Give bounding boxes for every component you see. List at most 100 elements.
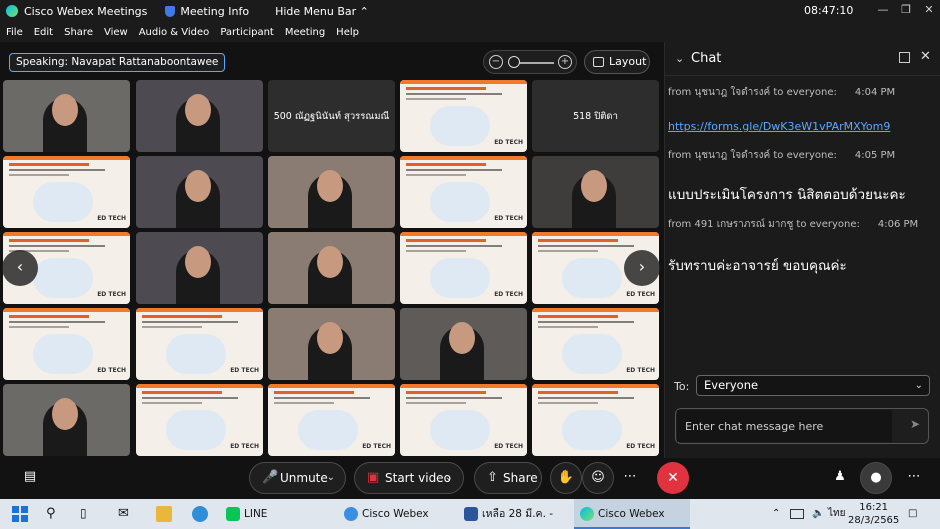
shared-slide-band [400, 384, 527, 388]
video-off-icon: ▣ [367, 470, 380, 485]
minimize-button[interactable]: — [876, 3, 890, 17]
shared-slide-blob [430, 182, 490, 222]
participant-video-tile[interactable] [268, 308, 395, 380]
menu-help[interactable]: Help [336, 27, 359, 38]
windows-start-icon[interactable] [12, 506, 28, 522]
participant-video-tile[interactable]: ED TECH [400, 80, 527, 152]
shared-slide-blob [298, 410, 358, 450]
zoom-control[interactable]: − + [483, 50, 577, 74]
participant-video-tile[interactable] [136, 156, 263, 228]
app-title: Cisco Webex Meetings [24, 4, 148, 18]
participant-video-tile[interactable]: ED TECH [400, 384, 527, 456]
send-icon[interactable]: ➤ [910, 417, 920, 431]
participant-video-tile[interactable]: ED TECH [400, 156, 527, 228]
participant-video-tile[interactable]: ED TECH [3, 156, 130, 228]
shared-slide-line1 [538, 315, 618, 318]
edge-browser-icon[interactable] [192, 506, 208, 522]
shared-slide-line1 [406, 87, 486, 90]
menu-view[interactable]: View [104, 27, 128, 38]
participant-video-tile[interactable]: ED TECH [532, 308, 659, 380]
file-explorer-icon[interactable] [156, 506, 172, 522]
video-area: Speaking: Navapat Rattanaboontawee − + L… [0, 42, 663, 458]
chevron-down-icon[interactable]: ⌄ [327, 463, 335, 493]
window-close-button[interactable]: ✕ [922, 3, 936, 17]
shared-slide-line3 [406, 250, 466, 252]
layout-button[interactable]: Layout [584, 50, 650, 74]
share-button[interactable]: ⇧ Share [474, 462, 542, 494]
tray-chevron-up-icon[interactable]: ⌃ [772, 499, 780, 529]
active-speaker-label: Speaking: Navapat Rattanaboontawee [9, 53, 226, 72]
menu-file[interactable]: File [6, 27, 23, 38]
participant-video-tile[interactable] [532, 156, 659, 228]
start-video-label: Start video [385, 471, 451, 485]
taskbar-line-label: LINE [244, 508, 268, 520]
chat-message-input[interactable] [677, 410, 892, 442]
participant-face [581, 170, 607, 202]
participant-video-tile[interactable] [268, 232, 395, 304]
shared-slide-blob [562, 258, 622, 298]
mail-icon[interactable]: ✉ [118, 506, 134, 522]
slide-brand-text: ED TECH [230, 367, 259, 374]
shared-slide-line1 [406, 391, 486, 394]
previous-page-arrow-icon[interactable]: ‹ [2, 250, 38, 286]
search-icon[interactable]: ⚲ [46, 506, 62, 522]
end-meeting-button[interactable]: ✕ [657, 462, 689, 494]
word-icon [464, 507, 478, 521]
windows-taskbar: ⚲ ▯ ✉ LINE Cisco Webex Meeti... เหลือ 28… [0, 499, 940, 529]
menu-edit[interactable]: Edit [34, 27, 53, 38]
taskbar-webex-app-1[interactable]: Cisco Webex Meeti... [338, 499, 458, 529]
hide-menu-bar-button[interactable]: Hide Menu Bar ⌃ [275, 5, 369, 18]
participant-video-tile[interactable]: ED TECH [532, 384, 659, 456]
notifications-icon[interactable]: □ [908, 499, 917, 529]
shared-slide-line2 [406, 93, 502, 95]
battery-icon[interactable] [790, 509, 804, 519]
start-video-button[interactable]: ▣ Start video ⌄ [354, 462, 464, 494]
participant-video-tile[interactable] [136, 80, 263, 152]
participant-video-tile[interactable]: 500 ณัฏฐนินันท์ สุวรรณมณี [268, 80, 395, 152]
popout-icon[interactable] [899, 52, 910, 63]
close-chat-icon[interactable]: ✕ [920, 49, 931, 64]
taskbar-webex-app-2[interactable]: Cisco Webex Meeti... [574, 499, 690, 529]
recipient-select[interactable]: Everyone ⌄ [696, 375, 930, 396]
restore-button[interactable]: ❐ [899, 3, 913, 17]
taskbar-line-app[interactable]: LINE [220, 499, 330, 529]
taskbar-clock[interactable]: 16:21 28/3/2565 [848, 501, 899, 527]
menu-share[interactable]: Share [64, 27, 93, 38]
participant-video-tile[interactable]: ED TECH [136, 308, 263, 380]
message-link[interactable]: https://forms.gle/DwK3eW1vPArMXYom9 [668, 120, 890, 133]
zoom-out-icon[interactable]: − [489, 55, 503, 69]
participant-video-tile[interactable]: 518 ปิติดา [532, 80, 659, 152]
input-language[interactable]: ไทย [828, 499, 845, 529]
participants-icon[interactable]: ♟ [824, 462, 856, 494]
participant-video-tile[interactable] [3, 384, 130, 456]
task-view-icon[interactable]: ▯ [80, 506, 96, 522]
participant-video-tile[interactable] [268, 156, 395, 228]
participant-video-tile[interactable] [3, 80, 130, 152]
participant-video-tile[interactable] [136, 232, 263, 304]
reactions-icon[interactable]: ☺ [582, 462, 614, 494]
taskbar-word-app[interactable]: เหลือ 28 มี.ค. - Word [458, 499, 568, 529]
menu-participant[interactable]: Participant [220, 27, 274, 38]
raise-hand-icon[interactable]: ✋ [550, 462, 582, 494]
chat-icon[interactable]: ● [860, 462, 892, 494]
captions-icon[interactable]: ▤ [14, 462, 46, 494]
chevron-down-icon[interactable]: ⌄ [675, 52, 684, 65]
participant-video-tile[interactable]: ED TECH [3, 308, 130, 380]
participant-video-tile[interactable]: ED TECH [136, 384, 263, 456]
participant-video-tile[interactable] [400, 308, 527, 380]
zoom-in-icon[interactable]: + [558, 55, 572, 69]
speaker-icon[interactable]: 🔈 [812, 499, 824, 529]
next-page-arrow-icon[interactable]: › [624, 250, 660, 286]
more-panels-icon[interactable]: ⋯ [898, 462, 930, 494]
unmute-button[interactable]: 🎤 Unmute ⌄ [249, 462, 346, 494]
participant-video-tile[interactable]: ED TECH [400, 232, 527, 304]
shared-slide-band [400, 232, 527, 236]
meeting-info-button[interactable]: Meeting Info [180, 5, 249, 18]
more-options-icon[interactable]: ⋯ [614, 462, 646, 494]
zoom-slider-handle[interactable] [508, 56, 520, 68]
menu-meeting[interactable]: Meeting [285, 27, 325, 38]
shared-slide-line1 [9, 239, 89, 242]
menu-audio-video[interactable]: Audio & Video [139, 27, 210, 38]
chevron-down-icon[interactable]: ⌄ [445, 463, 453, 493]
participant-video-tile[interactable]: ED TECH [268, 384, 395, 456]
